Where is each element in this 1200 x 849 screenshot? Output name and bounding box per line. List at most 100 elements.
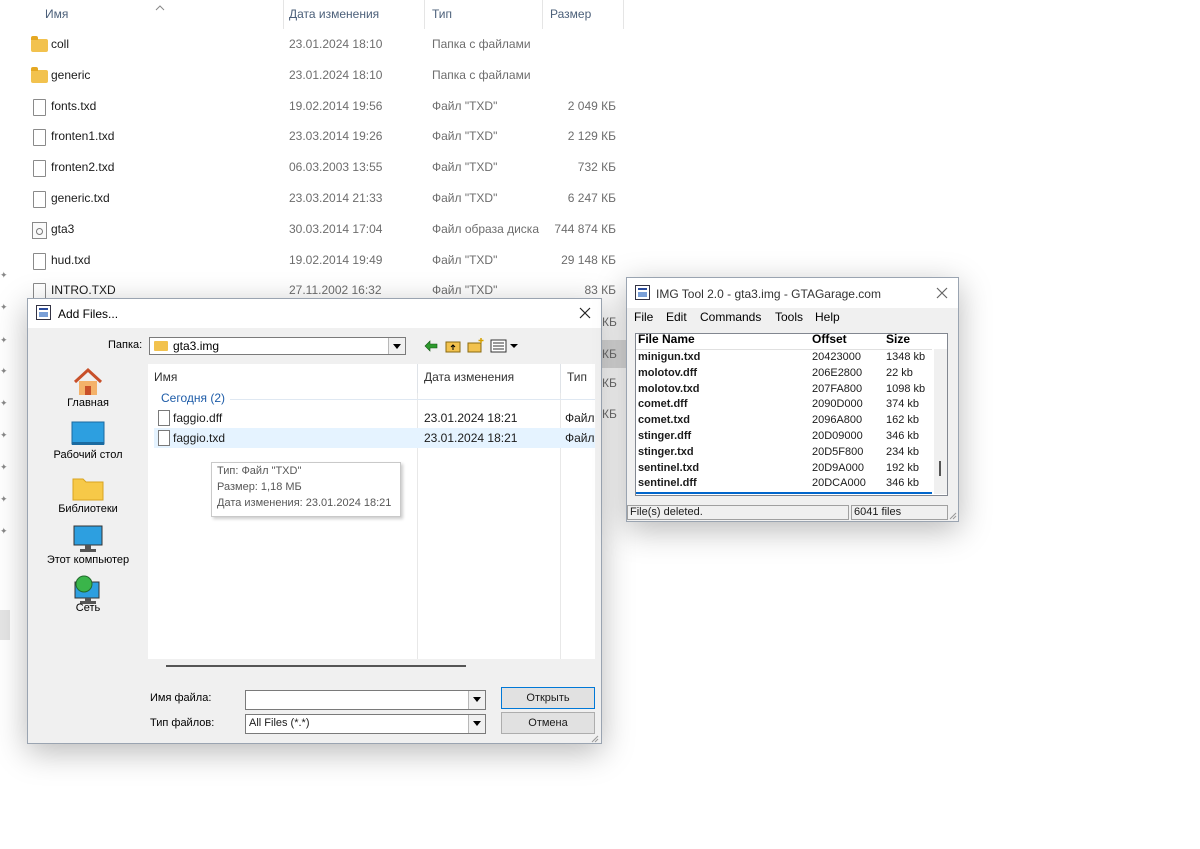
- column-header-type[interactable]: Тип: [561, 364, 595, 393]
- column-header-date[interactable]: Дата изменения: [282, 0, 425, 29]
- file-name: fonts.txd: [51, 98, 97, 113]
- entry-name: sentinel.txd: [638, 461, 700, 474]
- add-files-dialog: Add Files... Папка: gta3.img Главная Раб…: [27, 298, 602, 744]
- close-icon[interactable]: [933, 284, 951, 302]
- file-type: Файл образа диска: [432, 221, 539, 236]
- menu-help[interactable]: Help: [815, 310, 840, 324]
- column-header-size[interactable]: Размер: [543, 0, 624, 29]
- folder-icon: [154, 341, 168, 351]
- column-header-date[interactable]: Дата изменения: [418, 364, 561, 393]
- disc-image-icon: [32, 221, 47, 239]
- close-icon[interactable]: [576, 304, 594, 322]
- entry-offset: 20D09000: [812, 430, 863, 442]
- back-arrow-icon[interactable]: [423, 338, 439, 354]
- entry-name: stinger.txd: [638, 445, 694, 458]
- horizontal-scrollbar[interactable]: [166, 665, 466, 667]
- file-type: Файл "TXD": [432, 98, 498, 113]
- pin-icon: ✦: [0, 366, 8, 376]
- place-label: Главная: [67, 397, 109, 409]
- table-row[interactable]: minigun.txd 20423000 1348 kb: [638, 350, 934, 366]
- table-row[interactable]: hud.txd 19.02.2014 19:49 Файл "TXD" 29 148 …: [0, 246, 640, 277]
- dialog-titlebar[interactable]: Add Files...: [28, 299, 601, 328]
- img-file-list[interactable]: File Name Offset Size minigun.txd 2042300…: [635, 332, 948, 496]
- file-type: Файл "TXD": [432, 283, 498, 298]
- chevron-down-icon[interactable]: [388, 338, 405, 354]
- cancel-button[interactable]: Отмена: [501, 712, 595, 734]
- chevron-down-icon[interactable]: [468, 715, 485, 733]
- filename-input[interactable]: [245, 690, 486, 710]
- place-libraries[interactable]: Библиотеки: [38, 475, 138, 515]
- file-date: 23.03.2014 19:26: [289, 129, 383, 144]
- folder-combo-value: gta3.img: [173, 339, 220, 353]
- file-type: Файл: [565, 431, 595, 445]
- group-header[interactable]: Сегодня (2): [161, 391, 225, 405]
- column-header-size[interactable]: Size: [886, 332, 910, 346]
- nav-pane-selected-item[interactable]: [0, 610, 10, 640]
- status-file-count: 6041 files: [851, 505, 948, 520]
- file-size: 83 КБ: [584, 283, 616, 298]
- file-date: 23.01.2024 18:21: [424, 431, 518, 445]
- tooltip-date: Дата изменения: 23.01.2024 18:21: [217, 497, 392, 509]
- list-item-hovered[interactable]: faggio.txd 23.01.2024 18:21 Файл: [154, 428, 595, 448]
- table-row[interactable]: coll 23.01.2024 18:10 Папка с файлами: [0, 30, 640, 61]
- menu-edit[interactable]: Edit: [666, 310, 687, 324]
- table-row[interactable]: fronten1.txd 23.03.2014 19:26 Файл "TXD" 2 …: [0, 122, 640, 153]
- folder-icon: [31, 66, 48, 83]
- table-row[interactable]: sentinel.dff 20DCA000 346 kb: [638, 476, 934, 492]
- table-row[interactable]: molotov.dff 206E2800 22 kb: [638, 366, 934, 382]
- place-label: Библиотеки: [58, 503, 118, 515]
- view-menu-icon[interactable]: [490, 338, 518, 354]
- table-row[interactable]: generic 23.01.2024 18:10 Папка с файлами: [0, 61, 640, 92]
- column-header-offset[interactable]: Offset: [812, 332, 847, 346]
- resize-grip-icon[interactable]: [947, 509, 957, 520]
- up-folder-icon[interactable]: [445, 338, 461, 354]
- column-header-type[interactable]: Тип: [425, 0, 543, 29]
- entry-offset: 20D5F800: [812, 445, 864, 458]
- menu-tools[interactable]: Tools: [775, 310, 803, 324]
- table-row[interactable]: fronten2.txd 06.03.2003 13:55 Файл "TXD" 73…: [0, 153, 640, 184]
- file-type: Папка с файлами: [432, 37, 531, 51]
- scrollbar-thumb[interactable]: [939, 461, 941, 476]
- file-name: fronten2.txd: [51, 160, 115, 175]
- place-this-pc[interactable]: Этот компьютер: [38, 524, 138, 566]
- entry-size: 346 kb: [886, 477, 920, 490]
- table-row[interactable]: molotov.txd 207FA800 1098 kb: [638, 382, 934, 398]
- table-row[interactable]: fonts.txd 19.02.2014 19:56 Файл "TXD" 2 049…: [0, 92, 640, 123]
- partial-size: КБ: [602, 315, 617, 329]
- menu-commands[interactable]: Commands: [700, 310, 761, 324]
- column-header-name[interactable]: Имя: [148, 364, 418, 393]
- entry-name: comet.txd: [638, 414, 690, 427]
- table-row[interactable]: gta3 30.03.2014 17:04 Файл образа диска 744…: [0, 215, 640, 246]
- entry-size: 192 kb: [886, 461, 920, 474]
- open-button[interactable]: Открыть: [501, 687, 595, 709]
- menu-file[interactable]: File: [634, 310, 653, 324]
- file-size: 6 247 КБ: [567, 191, 616, 205]
- table-row[interactable]: stinger.dff 20D09000 346 kb: [638, 429, 934, 445]
- file-icon: [158, 410, 170, 426]
- entry-size: 22 kb: [886, 366, 913, 379]
- table-row[interactable]: sentinel.txd 20D9A000 192 kb: [638, 461, 934, 477]
- column-header-file-name[interactable]: File Name: [638, 332, 695, 346]
- place-desktop[interactable]: Рабочий стол: [38, 421, 138, 461]
- file-date: 19.02.2014 19:49: [289, 252, 383, 267]
- table-row[interactable]: comet.dff 2090D000 374 kb: [638, 397, 934, 413]
- resize-grip-icon[interactable]: [589, 732, 599, 743]
- filetype-select[interactable]: All Files (*.*): [245, 714, 486, 734]
- folder-combo[interactable]: gta3.img: [149, 337, 406, 355]
- table-row[interactable]: generic.txd 23.03.2014 21:33 Файл "TXD" 6 2…: [0, 184, 640, 215]
- img-tool-titlebar[interactable]: IMG Tool 2.0 - gta3.img - GTAGarage.com: [627, 278, 958, 308]
- place-home[interactable]: Главная: [38, 367, 138, 409]
- list-item[interactable]: faggio.dff 23.01.2024 18:21 Файл: [154, 408, 595, 428]
- file-name: generic.txd: [51, 191, 110, 205]
- file-type: Файл "TXD": [432, 252, 498, 267]
- filename-label: Имя файла:: [150, 692, 212, 704]
- place-network[interactable]: Сеть: [38, 574, 138, 614]
- table-row[interactable]: comet.txd 2096A800 162 kb: [638, 413, 934, 429]
- file-type: Файл "TXD": [432, 129, 498, 144]
- filetype-label: Тип файлов:: [150, 717, 215, 729]
- chevron-down-icon[interactable]: [468, 691, 485, 709]
- entry-size: 234 kb: [886, 445, 920, 458]
- partial-size: КБ: [602, 376, 617, 390]
- table-row[interactable]: stinger.txd 20D5F800 234 kb: [638, 445, 934, 461]
- new-folder-icon[interactable]: [467, 337, 485, 354]
